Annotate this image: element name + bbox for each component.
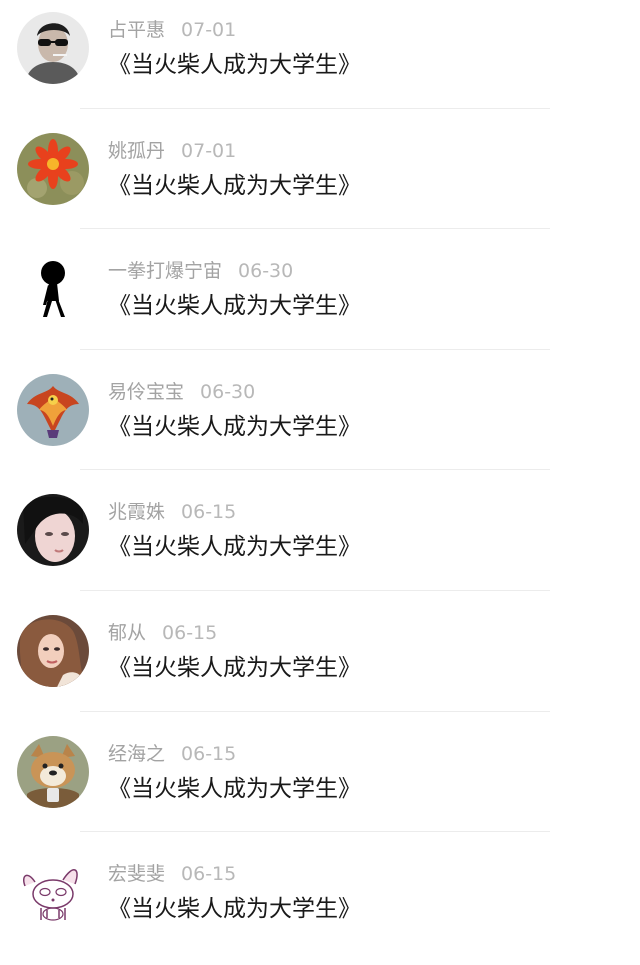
list-item[interactable]: 一拳打爆宁宙 06-30 《当火柴人成为大学生》 <box>0 241 640 362</box>
comment-meta: 宏斐斐 06-15 <box>108 861 236 887</box>
avatar[interactable] <box>17 132 89 205</box>
comment-date: 06-15 <box>162 621 218 644</box>
comment-title[interactable]: 《当火柴人成为大学生》 <box>108 772 361 806</box>
comment-date: 07-01 <box>181 19 237 41</box>
comment-title[interactable]: 《当火柴人成为大学生》 <box>108 289 361 323</box>
comment-date: 06-30 <box>238 260 294 283</box>
comment-title[interactable]: 《当火柴人成为大学生》 <box>108 48 361 82</box>
phoenix-avatar-icon <box>17 373 89 446</box>
avatar[interactable] <box>17 253 89 326</box>
divider <box>80 348 550 350</box>
cactus-flower-avatar-icon <box>17 132 89 205</box>
comment-title[interactable]: 《当火柴人成为大学生》 <box>108 651 361 685</box>
username[interactable]: 郁从 <box>108 622 146 644</box>
stick-figure-avatar-icon <box>17 253 89 326</box>
list-item[interactable]: 兆霞姝 06-15 《当火柴人成为大学生》 <box>0 482 640 603</box>
comment-meta: 姚孤丹 07-01 <box>108 138 236 164</box>
comment-date: 06-15 <box>181 742 237 765</box>
username[interactable]: 姚孤丹 <box>108 140 165 162</box>
comment-date: 06-30 <box>200 380 256 403</box>
comment-title[interactable]: 《当火柴人成为大学生》 <box>108 892 361 926</box>
comment-title[interactable]: 《当火柴人成为大学生》 <box>108 530 361 564</box>
avatar[interactable] <box>17 373 89 446</box>
list-item[interactable]: 占平惠 07-01 《当火柴人成为大学生》 <box>0 0 640 121</box>
comment-meta: 经海之 06-15 <box>108 741 236 767</box>
divider <box>80 589 550 591</box>
comment-meta: 郁从 06-15 <box>108 620 217 646</box>
avatar[interactable] <box>17 12 89 84</box>
avatar[interactable] <box>17 614 89 687</box>
username[interactable]: 兆霞姝 <box>108 501 165 523</box>
comment-meta: 一拳打爆宁宙 06-30 <box>108 258 293 284</box>
avatar[interactable] <box>17 735 89 808</box>
comment-meta: 占平惠 07-01 <box>108 17 236 43</box>
username[interactable]: 占平惠 <box>108 19 165 41</box>
list-item[interactable]: 宏斐斐 06-15 《当火柴人成为大学生》 <box>0 844 640 965</box>
comment-list: 占平惠 07-01 《当火柴人成为大学生》 姚孤丹 07-01 《当火柴人成为大… <box>0 0 640 965</box>
username[interactable]: 经海之 <box>108 743 165 765</box>
girl-face-avatar-icon <box>17 494 89 567</box>
comment-meta: 兆霞姝 06-15 <box>108 499 236 525</box>
divider <box>80 710 550 712</box>
username[interactable]: 一拳打爆宁宙 <box>108 260 222 282</box>
list-item[interactable]: 易伶宝宝 06-30 《当火柴人成为大学生》 <box>0 362 640 483</box>
comment-date: 07-01 <box>181 139 237 162</box>
man-sunglasses-avatar-icon <box>17 12 89 84</box>
divider <box>80 228 550 230</box>
divider <box>80 107 550 109</box>
username[interactable]: 宏斐斐 <box>108 863 165 885</box>
comment-title[interactable]: 《当火柴人成为大学生》 <box>108 410 361 444</box>
comment-date: 06-15 <box>181 501 237 524</box>
comment-date: 06-15 <box>181 863 237 886</box>
comment-title[interactable]: 《当火柴人成为大学生》 <box>108 169 361 203</box>
shiba-dog-avatar-icon <box>17 735 89 808</box>
woman-photo-avatar-icon <box>17 614 89 687</box>
list-item[interactable]: 郁从 06-15 《当火柴人成为大学生》 <box>0 603 640 724</box>
avatar[interactable] <box>17 856 89 929</box>
avatar[interactable] <box>17 494 89 567</box>
divider <box>80 469 550 471</box>
divider <box>80 831 550 833</box>
comment-meta: 易伶宝宝 06-30 <box>108 379 255 405</box>
username[interactable]: 易伶宝宝 <box>108 381 184 403</box>
list-item[interactable]: 姚孤丹 07-01 《当火柴人成为大学生》 <box>0 121 640 242</box>
list-item[interactable]: 经海之 06-15 《当火柴人成为大学生》 <box>0 724 640 845</box>
bunny-sketch-avatar-icon <box>17 856 89 929</box>
